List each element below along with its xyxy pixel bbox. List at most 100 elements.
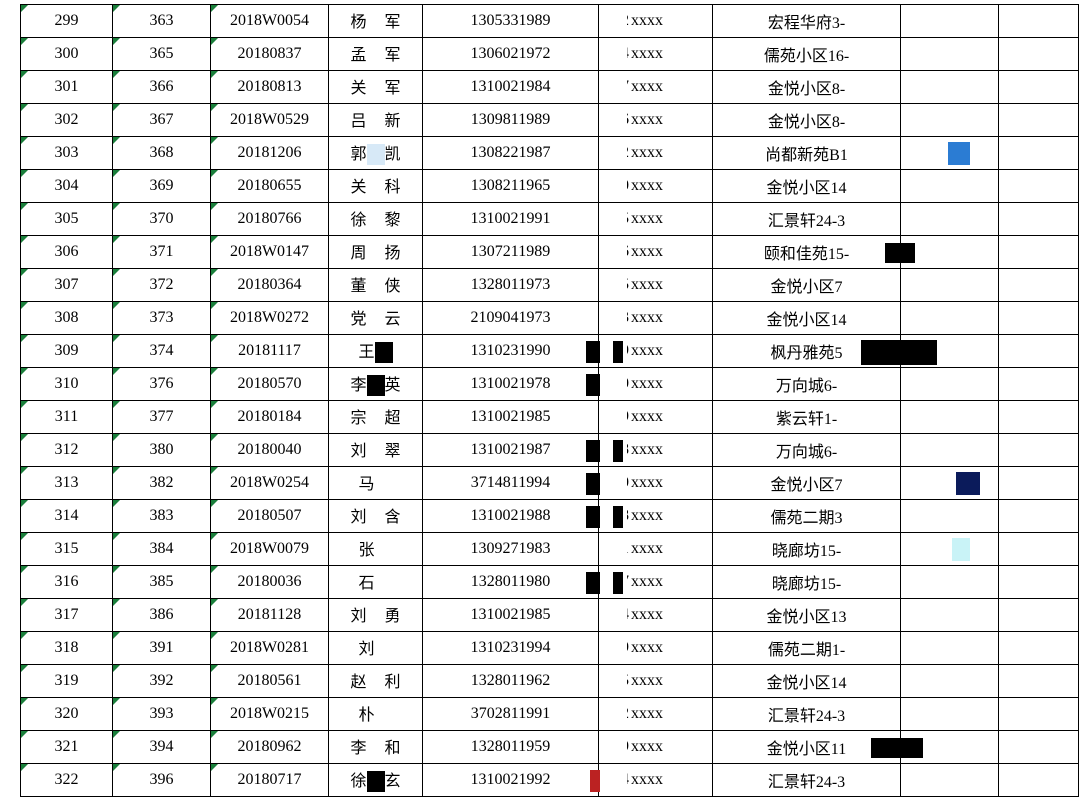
cell-seq: 300 xyxy=(21,38,113,71)
cell-code: 20180655 xyxy=(211,170,329,203)
cell-name: 刘含 xyxy=(329,500,423,533)
cell-empty xyxy=(999,665,1079,698)
seq-value: 306 xyxy=(55,243,79,260)
name-cover xyxy=(367,507,385,528)
cell-code: 2018W0281 xyxy=(211,632,329,665)
id-redact xyxy=(586,473,600,495)
name-cover xyxy=(375,573,393,594)
cell-address: 金悦小区14 xyxy=(713,665,901,698)
code-value: 2018W0147 xyxy=(230,243,309,260)
cell-num: 383 xyxy=(113,500,211,533)
cell-suffix: 8xxxx xyxy=(599,434,713,467)
num-value: 372 xyxy=(150,276,174,293)
name-last: 军 xyxy=(385,80,401,97)
cell-seq: 322 xyxy=(21,764,113,797)
cell-name: 吕新 xyxy=(329,104,423,137)
table-row: 3133822018W0254马37148119940xxxx金悦小区7 xyxy=(21,467,1079,500)
cell-num: 369 xyxy=(113,170,211,203)
id-prefix: 1307211989 xyxy=(471,243,550,260)
cell-code: 20180184 xyxy=(211,401,329,434)
cell-empty xyxy=(999,335,1079,368)
cell-num: 377 xyxy=(113,401,211,434)
code-value: 20181206 xyxy=(238,144,302,161)
name-first: 张 xyxy=(358,542,374,559)
num-value: 396 xyxy=(150,771,174,788)
suffix-cover xyxy=(607,76,627,100)
suffix-cover xyxy=(607,472,627,496)
cell-seq: 318 xyxy=(21,632,113,665)
address-value: 宏程华府3- xyxy=(768,15,845,32)
cell-num: 372 xyxy=(113,269,211,302)
cell-id: 1310021987 xyxy=(423,434,599,467)
code-value: 2018W0272 xyxy=(230,309,309,326)
address-value: 尚都新苑B1 xyxy=(765,147,848,164)
id-cover xyxy=(582,142,598,166)
seq-value: 311 xyxy=(55,408,78,425)
cell-seq: 302 xyxy=(21,104,113,137)
seq-value: 308 xyxy=(55,309,79,326)
id-prefix: 3714811994 xyxy=(471,474,550,491)
address-value: 儒苑小区16- xyxy=(764,48,849,65)
cell-name: 李和 xyxy=(329,731,423,764)
cell-mark xyxy=(901,71,999,104)
name-last: 翠 xyxy=(385,443,401,460)
cell-id: 1308221987 xyxy=(423,137,599,170)
seq-value: 315 xyxy=(55,540,79,557)
name-first: 杨 xyxy=(350,14,366,31)
code-value: 20180184 xyxy=(238,408,302,425)
cell-empty xyxy=(999,467,1079,500)
cell-suffix: 2xxxx xyxy=(599,137,713,170)
mark-blacksmall xyxy=(871,738,923,758)
suffix-xxxx: xxxx xyxy=(631,441,663,458)
name-first: 王 xyxy=(358,344,374,361)
name-last: 军 xyxy=(385,14,401,31)
code-value: 2018W0281 xyxy=(230,639,309,656)
cell-address: 金悦小区7 xyxy=(713,269,901,302)
cell-id: 1310021984 xyxy=(423,71,599,104)
address-value: 汇景轩24-3 xyxy=(768,708,845,725)
cell-suffix: 4xxxx xyxy=(599,599,713,632)
name-cover xyxy=(367,375,385,396)
cell-suffix: 5xxxx xyxy=(599,665,713,698)
table-row: 3203932018W0215朴37028119912xxxx汇景轩24-3 xyxy=(21,698,1079,731)
cell-address: 汇景轩24-3 xyxy=(713,203,901,236)
code-value: 2018W0254 xyxy=(230,474,309,491)
cell-name: 马 xyxy=(329,467,423,500)
table-row: 3153842018W0079张13092719831xxxx晓廊坊15- xyxy=(21,533,1079,566)
cell-mark xyxy=(901,269,999,302)
suffix-cover xyxy=(607,703,627,727)
cell-mark xyxy=(901,599,999,632)
cell-seq: 314 xyxy=(21,500,113,533)
cell-seq: 316 xyxy=(21,566,113,599)
table-row: 2993632018W0054杨军13053319892xxxx宏程华府3- xyxy=(21,5,1079,38)
name-cover xyxy=(367,45,385,66)
name-last: 利 xyxy=(385,674,401,691)
name-first: 孟 xyxy=(350,47,366,64)
cell-empty xyxy=(999,401,1079,434)
cell-seq: 310 xyxy=(21,368,113,401)
cell-suffix: 0xxxx xyxy=(599,170,713,203)
id-prefix: 1310021984 xyxy=(471,78,551,95)
id-cover xyxy=(582,241,598,265)
cell-suffix: 7xxxx xyxy=(599,566,713,599)
name-first: 徐 xyxy=(350,773,366,790)
num-value: 380 xyxy=(150,441,174,458)
seq-value: 305 xyxy=(55,210,79,227)
table-row: 31939220180561赵利13280119625xxxx金悦小区14 xyxy=(21,665,1079,698)
table-row: 31438320180507刘含13100219888xxxx儒苑二期3 xyxy=(21,500,1079,533)
cell-id: 1328011962 xyxy=(423,665,599,698)
cell-suffix: 5xxxx xyxy=(599,203,713,236)
suffix-redact xyxy=(613,341,623,363)
code-value: 20180036 xyxy=(238,573,302,590)
cell-empty xyxy=(999,566,1079,599)
code-value: 20180040 xyxy=(238,441,302,458)
code-value: 20180813 xyxy=(238,78,302,95)
num-value: 377 xyxy=(150,408,174,425)
id-prefix: 1328011962 xyxy=(471,672,550,689)
cell-id: 1310021991 xyxy=(423,203,599,236)
address-value: 万向城6- xyxy=(776,444,837,461)
cell-id: 2109041973 xyxy=(423,302,599,335)
cell-num: 380 xyxy=(113,434,211,467)
cell-name: 宗超 xyxy=(329,401,423,434)
cell-num: 368 xyxy=(113,137,211,170)
